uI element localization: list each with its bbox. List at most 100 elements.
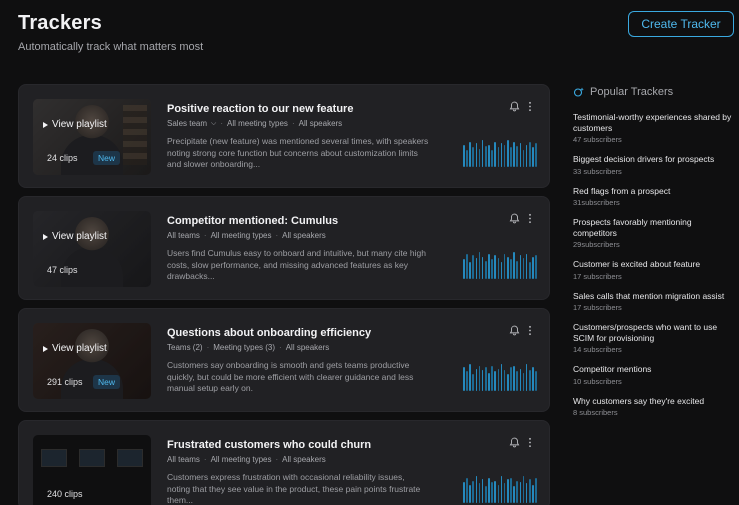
tracker-card[interactable]: View playlist 291 clips New Questions ab… (18, 308, 550, 412)
tracker-description: Precipitate (new feature) was mentioned … (167, 136, 429, 169)
chevron-down-icon[interactable]: ⌵ (211, 120, 216, 128)
activity-bar (525, 144, 528, 167)
popular-tracker-item[interactable]: Sales calls that mention migration assis… (573, 291, 733, 313)
activity-bar (488, 144, 490, 167)
speakers-filter[interactable]: All speakers (299, 119, 343, 128)
activity-bar (469, 262, 471, 279)
popular-tracker-item[interactable]: Testimonial-worthy experiences shared by… (573, 112, 733, 144)
playlist-thumbnail[interactable]: View playlist 47 clips (33, 211, 151, 287)
speakers-filter[interactable]: All speakers (282, 231, 326, 240)
bell-icon[interactable] (509, 101, 520, 112)
meeting-types-filter[interactable]: All meeting types (227, 119, 288, 128)
new-badge: New (93, 151, 121, 165)
tracker-title[interactable]: Positive reaction to our new feature (167, 103, 353, 115)
activity-bar (484, 146, 487, 167)
tracker-description: Customers say onboarding is smooth and g… (167, 360, 414, 393)
playlist-thumbnail[interactable]: View playlist 24 clips New (33, 99, 151, 175)
more-options-icon[interactable] (526, 437, 534, 448)
activity-bar (522, 476, 525, 503)
tracker-title[interactable]: Competitor mentioned: Cumulus (167, 215, 338, 227)
more-options-icon[interactable] (526, 101, 534, 112)
activity-bar (519, 143, 522, 167)
thumbnail-overlay (33, 211, 151, 287)
popular-tracker-item[interactable]: Prospects favorably mentioning competito… (573, 217, 733, 249)
play-icon (43, 233, 48, 240)
bell-icon[interactable] (509, 325, 520, 336)
popular-trackers-panel: Popular Trackers Testimonial-worthy expe… (573, 86, 733, 427)
separator-dot: · (291, 119, 295, 128)
subscriber-count: 8 subscribers (573, 408, 618, 417)
popular-tracker-item[interactable]: Why customers say they're excited 8 subsc… (573, 396, 733, 418)
speakers-filter[interactable]: All speakers (286, 343, 330, 352)
popular-tracker-item[interactable]: Competitor mentions 10 subscribers (573, 364, 733, 386)
team-filter[interactable]: All teams (167, 455, 200, 464)
popular-tracker-item[interactable]: Customers/prospects who want to use SCIM… (573, 322, 733, 354)
activity-bar (472, 147, 475, 167)
tracker-description: Customers express frustration with occas… (167, 472, 421, 505)
activity-sparkbars (463, 139, 537, 167)
popular-tracker-item[interactable]: Customer is excited about feature 17 subs… (573, 259, 733, 281)
activity-bar (497, 258, 500, 279)
tracker-title[interactable]: Frustrated customers who could churn (167, 439, 371, 451)
activity-bar (500, 476, 503, 503)
sparkle-search-icon (573, 87, 584, 97)
separator-dot: · (206, 343, 210, 352)
activity-bar (506, 479, 509, 503)
subscriber-count: 17 subscribers (573, 303, 622, 312)
playlist-thumbnail[interactable]: View playlist 291 clips New (33, 323, 151, 399)
more-options-icon[interactable] (526, 325, 534, 336)
bell-icon[interactable] (509, 213, 520, 224)
create-tracker-button[interactable]: Create Tracker (628, 11, 734, 37)
activity-bar (503, 483, 506, 503)
activity-bar (497, 147, 500, 167)
view-playlist-link[interactable]: View playlist (43, 119, 107, 130)
subscriber-count: 33 subscribers (573, 166, 622, 176)
activity-bar (463, 367, 465, 391)
more-options-icon[interactable] (526, 213, 534, 224)
activity-bar (516, 480, 519, 503)
separator-dot: · (275, 455, 279, 464)
popular-trackers-header: Popular Trackers (573, 86, 733, 98)
tracker-title[interactable]: Questions about onboarding efficiency (167, 327, 371, 339)
view-playlist-link[interactable]: View playlist (43, 343, 107, 354)
activity-bar (494, 255, 497, 279)
team-filter[interactable]: All teams (167, 231, 200, 240)
activity-bar (516, 260, 519, 279)
activity-bar (469, 141, 471, 167)
activity-bar (466, 477, 468, 503)
team-filter[interactable]: Teams (2) (167, 343, 203, 352)
activity-bar (528, 370, 531, 391)
activity-bar (463, 259, 465, 279)
popular-trackers-list: Testimonial-worthy experiences shared by… (573, 112, 733, 417)
view-playlist-link[interactable]: View playlist (43, 231, 107, 242)
activity-bar (525, 483, 528, 503)
play-icon (43, 121, 48, 128)
meeting-types-filter[interactable]: All meeting types (211, 455, 272, 464)
tracker-card[interactable]: View playlist 24 clips New Positive reac… (18, 84, 550, 188)
tracker-card[interactable]: View playlist 47 clips Competitor mentio… (18, 196, 550, 300)
activity-bar (510, 259, 512, 279)
activity-bar (491, 150, 493, 167)
popular-tracker-name: Sales calls that mention migration assis… (573, 290, 725, 301)
view-playlist-label: View playlist (52, 343, 107, 354)
separator-dot: · (220, 119, 224, 128)
popular-tracker-item[interactable]: Red flags from a prospect 31subscribers (573, 186, 733, 208)
speakers-filter[interactable]: All speakers (282, 455, 326, 464)
team-filter[interactable]: Sales team (167, 119, 207, 128)
activity-bar (500, 262, 503, 279)
activity-bar (519, 255, 522, 279)
activity-bar (491, 482, 493, 503)
activity-bar (472, 255, 475, 279)
activity-bar (532, 484, 534, 503)
activity-bar (463, 482, 465, 503)
clip-count: 240 clips (47, 489, 83, 499)
activity-bar (475, 368, 478, 391)
tracker-card[interactable]: 240 clips Frustrated customers who could… (18, 420, 550, 505)
meeting-types-filter[interactable]: All meeting types (211, 231, 272, 240)
bell-icon[interactable] (509, 437, 520, 448)
playlist-thumbnail[interactable]: 240 clips (33, 435, 151, 505)
activity-bar (510, 477, 512, 503)
activity-bar (475, 476, 478, 503)
popular-tracker-item[interactable]: Biggest decision drivers for prospects 33… (573, 154, 733, 176)
meeting-types-filter[interactable]: Meeting types (3) (213, 343, 275, 352)
